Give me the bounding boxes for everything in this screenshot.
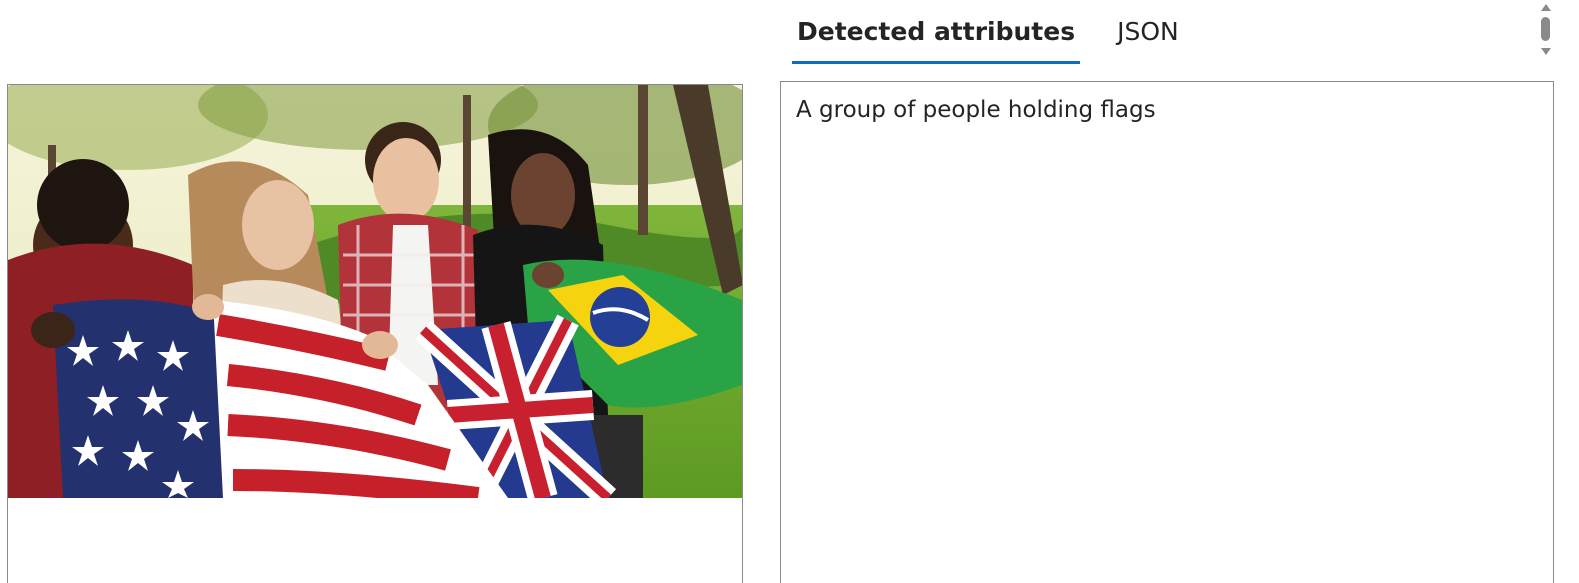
analyzed-photo — [8, 85, 742, 498]
result-tabs: Detected attributes JSON — [781, 0, 1204, 66]
image-caption: A group of people holding flags — [796, 97, 1156, 123]
image-preview-panel — [7, 84, 743, 583]
tab-json[interactable]: JSON — [1112, 0, 1184, 64]
scroll-thumb[interactable] — [1541, 17, 1550, 41]
page-scrollbar[interactable] — [1536, 0, 1556, 62]
detected-attributes-panel: A group of people holding flags — [780, 81, 1554, 583]
scroll-up-arrow-icon[interactable] — [1541, 4, 1551, 11]
tab-detected-attributes[interactable]: Detected attributes — [792, 0, 1081, 64]
scroll-down-arrow-icon[interactable] — [1541, 48, 1551, 55]
app-root: Detected attributes JSON A group of peop… — [0, 0, 1579, 583]
